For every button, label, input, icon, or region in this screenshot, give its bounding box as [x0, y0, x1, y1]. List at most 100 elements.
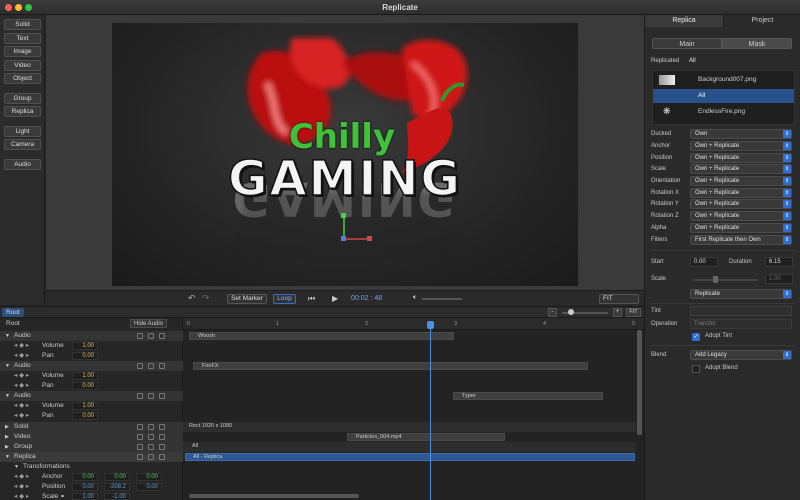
clip-all[interactable]: All	[185, 443, 635, 451]
disclosure-icon[interactable]: ▼	[14, 462, 19, 472]
text-button[interactable]: Text	[4, 33, 41, 44]
redo-icon[interactable]: ↷	[202, 293, 210, 304]
disclosure-icon[interactable]: ▶	[5, 432, 9, 442]
undo-icon[interactable]: ↶	[188, 293, 196, 304]
edit-icon[interactable]	[159, 454, 165, 460]
clip-typer[interactable]: Typer	[453, 392, 603, 400]
set-marker-button[interactable]: Set Marker	[227, 294, 267, 304]
volume-field[interactable]: 1.00	[72, 402, 98, 410]
keyframe-nav-icon[interactable]: ◂ ◆ ▸	[14, 472, 29, 482]
scale-mode-dropdown[interactable]: Replicate	[690, 289, 792, 299]
volume-slider[interactable]	[422, 298, 462, 300]
visibility-icon[interactable]	[137, 454, 143, 460]
replica-scale-slider[interactable]	[693, 279, 758, 281]
hide-audio-button[interactable]: Hide Audio	[130, 319, 168, 328]
edit-icon[interactable]	[159, 434, 165, 440]
pan-field[interactable]: 0.00	[72, 412, 98, 420]
scale-x-field[interactable]: 1.00	[72, 493, 98, 500]
edit-icon[interactable]	[159, 363, 165, 369]
replica-button[interactable]: Replica	[4, 106, 41, 117]
anchor-dropdown[interactable]: Own + Replicate	[690, 141, 792, 151]
position-y-field[interactable]: -208.2	[104, 483, 130, 491]
list-item[interactable]: ❋ EndlessFire.png	[653, 105, 794, 119]
keyframe-nav-icon[interactable]: ◂ ◆ ▸	[14, 351, 29, 361]
clip-particles[interactable]: Particles_004.mp4	[347, 433, 505, 441]
zoom-fit-dropdown[interactable]: FIT	[599, 294, 639, 304]
transformations-group[interactable]: ▼ Transformations	[0, 462, 183, 472]
close-window-icon[interactable]	[5, 4, 12, 11]
timeline-horizontal-scrollbar[interactable]	[189, 494, 359, 498]
list-item[interactable]: All	[653, 89, 794, 103]
lock-icon[interactable]	[148, 444, 154, 450]
audio-button[interactable]: Audio	[4, 159, 41, 170]
duration-field[interactable]: 6.15	[765, 257, 793, 267]
tint-color-well[interactable]	[690, 306, 792, 316]
playhead[interactable]	[427, 321, 434, 500]
timeline-fit-button[interactable]: FIT	[626, 308, 641, 317]
adopt-tint-checkbox[interactable]: ✓	[692, 333, 700, 341]
loop-button[interactable]: Loop	[273, 294, 296, 304]
position-dropdown[interactable]: Own + Replicate	[690, 153, 792, 163]
keyframe-nav-icon[interactable]: ◂ ◆ ▸	[14, 341, 29, 351]
zoom-in-button[interactable]: +	[613, 308, 622, 317]
edit-icon[interactable]	[159, 444, 165, 450]
solid-button[interactable]: Solid	[4, 19, 41, 30]
clip-rect[interactable]: Rect 1920 x 1080	[185, 423, 635, 431]
visibility-icon[interactable]	[137, 363, 143, 369]
blend-dropdown[interactable]: Add Legacy	[690, 350, 792, 360]
keyframe-nav-icon[interactable]: ◂ ◆ ▸	[14, 381, 29, 391]
zoom-window-icon[interactable]	[25, 4, 32, 11]
solid-layer[interactable]: ▶ Solid	[0, 422, 183, 432]
rotation-y-dropdown[interactable]: Own + Replicate	[690, 199, 792, 209]
orientation-dropdown[interactable]: Own + Replicate	[690, 176, 792, 186]
keyframe-nav-icon[interactable]: ◂ ◆ ▸	[14, 482, 29, 492]
light-button[interactable]: Light	[4, 126, 41, 137]
volume-field[interactable]: 1.00	[72, 342, 98, 350]
clip-all-replica[interactable]: All - Replica	[185, 453, 635, 461]
rotation-x-dropdown[interactable]: Own + Replicate	[690, 188, 792, 198]
visibility-icon[interactable]	[137, 333, 143, 339]
position-x-field[interactable]: 0.00	[72, 483, 98, 491]
video-layer[interactable]: ▶ Video	[0, 432, 183, 442]
disclosure-icon[interactable]: ▶	[5, 422, 9, 432]
image-button[interactable]: Image	[4, 46, 41, 57]
disclosure-icon[interactable]: ▼	[5, 391, 10, 401]
anchor-y-field[interactable]: 0.00	[104, 473, 130, 481]
clip-firefx[interactable]: FireFX	[193, 362, 588, 370]
playhead-handle[interactable]	[427, 321, 434, 329]
list-item[interactable]: Background007.png	[653, 73, 794, 87]
lock-icon[interactable]	[148, 424, 154, 430]
adopt-blend-checkbox[interactable]	[692, 365, 700, 373]
anchor-z-field[interactable]: 0.00	[136, 473, 162, 481]
lock-icon[interactable]	[148, 333, 154, 339]
pan-field[interactable]: 0.00	[72, 382, 98, 390]
zoom-slider-handle[interactable]	[568, 309, 574, 315]
replica-layer[interactable]: ▼ Replica	[0, 452, 183, 462]
disclosure-icon[interactable]: ▼	[5, 361, 10, 371]
camera-button[interactable]: Camera	[4, 139, 41, 150]
clip-woosh[interactable]: Woosh	[189, 332, 454, 340]
rotation-z-dropdown[interactable]: Own + Replicate	[690, 211, 792, 221]
position-z-field[interactable]: 0.00	[136, 483, 162, 491]
link-icon[interactable]: ⚭	[60, 492, 65, 500]
volume-icon[interactable]: 🔈︎	[413, 294, 417, 302]
lock-icon[interactable]	[148, 434, 154, 440]
skip-back-icon[interactable]: ⏮	[308, 294, 315, 304]
audio-layer-2[interactable]: ▼ Audio	[0, 361, 183, 371]
visibility-icon[interactable]	[137, 424, 143, 430]
anchor-x-field[interactable]: 0.00	[72, 473, 98, 481]
visibility-icon[interactable]	[137, 393, 143, 399]
group-layer[interactable]: ▶ Group	[0, 442, 183, 452]
keyframe-nav-icon[interactable]: ◂ ◆ ▸	[14, 401, 29, 411]
minimize-window-icon[interactable]	[15, 4, 22, 11]
tab-project[interactable]: Project	[723, 15, 800, 27]
lock-icon[interactable]	[148, 363, 154, 369]
video-button[interactable]: Video	[4, 60, 41, 71]
replica-scale-field[interactable]: 1.00	[765, 274, 793, 284]
timeline-vertical-scrollbar[interactable]	[637, 330, 642, 435]
visibility-icon[interactable]	[137, 444, 143, 450]
disclosure-icon[interactable]: ▼	[5, 452, 10, 462]
audio-layer-3[interactable]: ▼ Audio	[0, 391, 183, 401]
replica-scale-handle[interactable]	[713, 276, 718, 283]
lock-icon[interactable]	[148, 454, 154, 460]
